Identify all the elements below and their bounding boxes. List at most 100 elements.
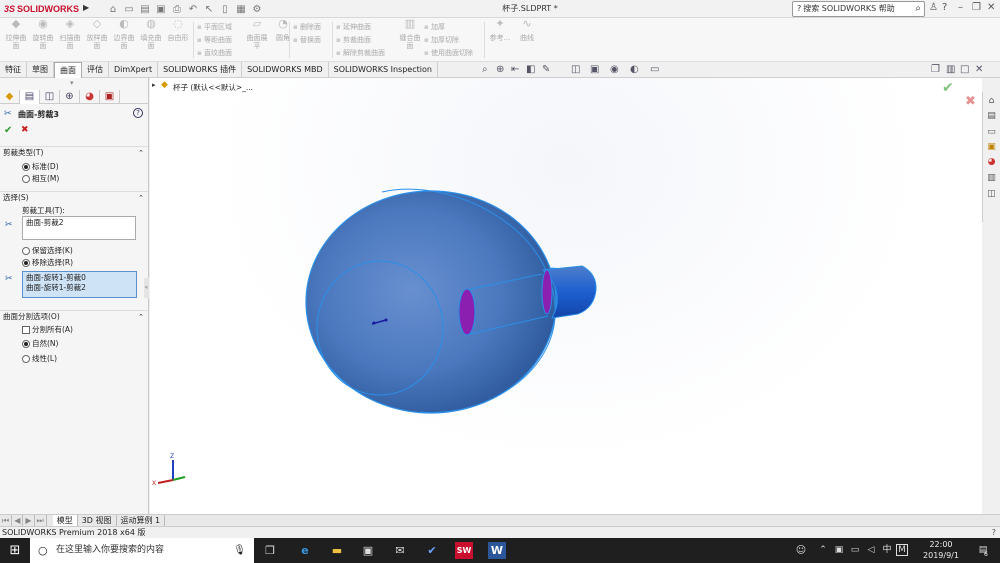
- tab-0[interactable]: 特征: [0, 62, 27, 78]
- print-icon[interactable]: ⎙: [170, 4, 184, 15]
- thicken-cut-button[interactable]: 加厚切除: [424, 34, 459, 46]
- curves-button[interactable]: ∿ 曲线: [514, 18, 540, 60]
- boundary-surface-button[interactable]: ◐ 边界曲面: [111, 18, 137, 60]
- ime-indicator[interactable]: 中: [878, 542, 896, 559]
- fill-surface-button[interactable]: ◍ 填充曲面: [138, 18, 164, 60]
- keep-selections-radio[interactable]: 保留选择(K): [22, 245, 73, 256]
- solidworks-taskbar-icon[interactable]: SW: [455, 542, 473, 559]
- file-explorer-icon[interactable]: ▣: [985, 141, 998, 154]
- display-manager-tab-icon[interactable]: ◕: [80, 90, 100, 104]
- tab-3d-views[interactable]: 3D 视图: [78, 514, 117, 527]
- tab-model[interactable]: 模型: [52, 514, 78, 527]
- revolve-surface-button[interactable]: ◉ 旋转曲面: [30, 18, 56, 60]
- panel-expand-handle[interactable]: ▾: [70, 79, 74, 87]
- taskbar-clock[interactable]: 22:00 2019/9/1: [915, 539, 967, 561]
- rebuild-icon[interactable]: ▯: [218, 4, 232, 15]
- microphone-icon[interactable]: 🎙: [233, 538, 246, 563]
- cancel-button[interactable]: ✖: [21, 125, 29, 135]
- planar-surface-button[interactable]: 平面区域: [197, 21, 232, 33]
- linear-radio[interactable]: 线性(L): [22, 353, 57, 364]
- resources-icon[interactable]: ▤: [985, 110, 998, 123]
- task-view-icon[interactable]: ❐: [261, 542, 279, 559]
- restore-icon[interactable]: ❐: [972, 2, 981, 13]
- tab-7[interactable]: SOLIDWORKS Inspection: [329, 62, 438, 78]
- help-button[interactable]: ?: [133, 108, 143, 118]
- windows-start-icon[interactable]: ⊞: [6, 542, 24, 559]
- viewport-restore-icon[interactable]: ❐: [931, 64, 940, 75]
- section-view-icon[interactable]: ◧: [526, 64, 535, 75]
- viewport-close-icon[interactable]: ✕: [975, 64, 983, 75]
- remove-selections-radio[interactable]: 移除选择(R): [22, 257, 73, 268]
- natural-radio[interactable]: 自然(N): [22, 338, 58, 349]
- view-orientation-icon[interactable]: ◫: [571, 64, 580, 75]
- ok-button[interactable]: ✔: [4, 125, 12, 136]
- tab-motion-study[interactable]: 运动算例 1: [117, 514, 166, 527]
- trim-type-mutual-radio[interactable]: 相互(M): [22, 173, 59, 184]
- close-icon[interactable]: ✕: [987, 2, 995, 13]
- sweep-surface-button[interactable]: ◈ 扫描曲面: [57, 18, 83, 60]
- tab-scroll-prev-icon[interactable]: ◀: [12, 514, 24, 527]
- minimize-icon[interactable]: –: [958, 2, 963, 13]
- appearance-icon[interactable]: ◐: [630, 64, 639, 75]
- sketch-point[interactable]: [384, 318, 388, 322]
- viewport-tile-icon[interactable]: ▥: [946, 64, 955, 75]
- ruled-surface-button[interactable]: 直纹曲面: [197, 47, 232, 59]
- replace-face-button[interactable]: 替换面: [293, 34, 321, 46]
- reference-geometry-button[interactable]: ✦ 参考...: [487, 18, 513, 60]
- cut-face-right[interactable]: [541, 269, 553, 315]
- tab-scroll-last-icon[interactable]: ⏭: [35, 514, 47, 527]
- feature-manager-tab-icon[interactable]: ◆: [0, 90, 20, 104]
- options-icon[interactable]: ⚙: [250, 4, 264, 15]
- select-icon[interactable]: ↖: [202, 4, 216, 15]
- tab-3[interactable]: 评估: [82, 62, 109, 78]
- file-explorer-icon[interactable]: ▬: [328, 542, 346, 559]
- tab-4[interactable]: DimXpert: [109, 62, 159, 78]
- trim-type-standard-radio[interactable]: 标准(D): [22, 161, 59, 172]
- home-icon[interactable]: ⌂: [985, 95, 998, 108]
- cam-tab-icon[interactable]: ▣: [100, 90, 120, 104]
- cut-with-surface-button[interactable]: 使用曲面切除: [424, 47, 473, 59]
- trim-tool-field[interactable]: 曲面-剪裁2: [22, 216, 136, 240]
- new-icon[interactable]: ▭: [122, 4, 136, 15]
- store-icon[interactable]: ▣: [359, 542, 377, 559]
- save-icon[interactable]: ▣: [154, 4, 168, 15]
- delete-face-button[interactable]: 删除面: [293, 21, 321, 33]
- help-icon[interactable]: ?: [942, 2, 947, 13]
- appearances-icon[interactable]: ◕: [985, 156, 998, 169]
- dynamic-annotation-icon[interactable]: ✎: [542, 64, 550, 75]
- custom-properties-icon[interactable]: ▥: [985, 172, 998, 185]
- scene-icon[interactable]: ▭: [650, 64, 659, 75]
- split-all-checkbox[interactable]: 分割所有(A): [22, 324, 73, 335]
- sketch-point[interactable]: [372, 321, 376, 325]
- search-icon[interactable]: ⌕: [915, 2, 921, 16]
- taskbar-search-input[interactable]: ○ 在这里输入你要搜索的内容 🎙: [30, 538, 254, 563]
- tab-scroll-next-icon[interactable]: ▶: [23, 514, 35, 527]
- home-icon[interactable]: ⌂: [106, 4, 120, 15]
- feedback-icon[interactable]: ✔: [423, 542, 441, 559]
- status-help-icon[interactable]: ?: [992, 527, 996, 538]
- open-icon[interactable]: ▤: [138, 4, 152, 15]
- word-icon[interactable]: W: [488, 542, 506, 559]
- graphics-area[interactable]: ▸ ◆ 杯子 (默认<<默认>_... ✔ ✖ Z X: [150, 78, 982, 514]
- trim-surface-button[interactable]: 剪裁曲面: [336, 34, 371, 46]
- solidworks-logo[interactable]: 3S SOLIDWORKS: [4, 2, 80, 16]
- file-properties-icon[interactable]: ▦: [234, 4, 248, 15]
- edge-icon[interactable]: e: [296, 542, 314, 559]
- tab-5[interactable]: SOLIDWORKS 插件: [158, 62, 243, 78]
- thicken-button[interactable]: 加厚: [424, 21, 445, 33]
- bulb-surface[interactable]: [305, 190, 557, 414]
- action-center-icon[interactable]: ▤: [974, 542, 992, 559]
- dimxpert-manager-tab-icon[interactable]: ⊕: [60, 90, 80, 104]
- knit-surface-button[interactable]: ▥ 缝合曲面: [397, 18, 423, 60]
- split-options-section[interactable]: 曲面分割选项(O) ⌃: [0, 310, 148, 322]
- tab-2[interactable]: 曲面: [54, 62, 82, 78]
- user-icon[interactable]: ♙: [929, 2, 938, 13]
- freeform-button[interactable]: ◌ 自由形: [165, 18, 191, 60]
- display-style-icon[interactable]: ▣: [590, 64, 599, 75]
- hide-show-icon[interactable]: ◉: [610, 64, 619, 75]
- input-mode-indicator[interactable]: M: [896, 544, 908, 556]
- trim-type-section[interactable]: 剪裁类型(T) ⌃: [0, 146, 148, 158]
- people-icon[interactable]: ☺: [792, 542, 810, 559]
- panel-collapse-handle[interactable]: «: [144, 278, 149, 298]
- selections-section[interactable]: 选择(S) ⌃: [0, 191, 148, 203]
